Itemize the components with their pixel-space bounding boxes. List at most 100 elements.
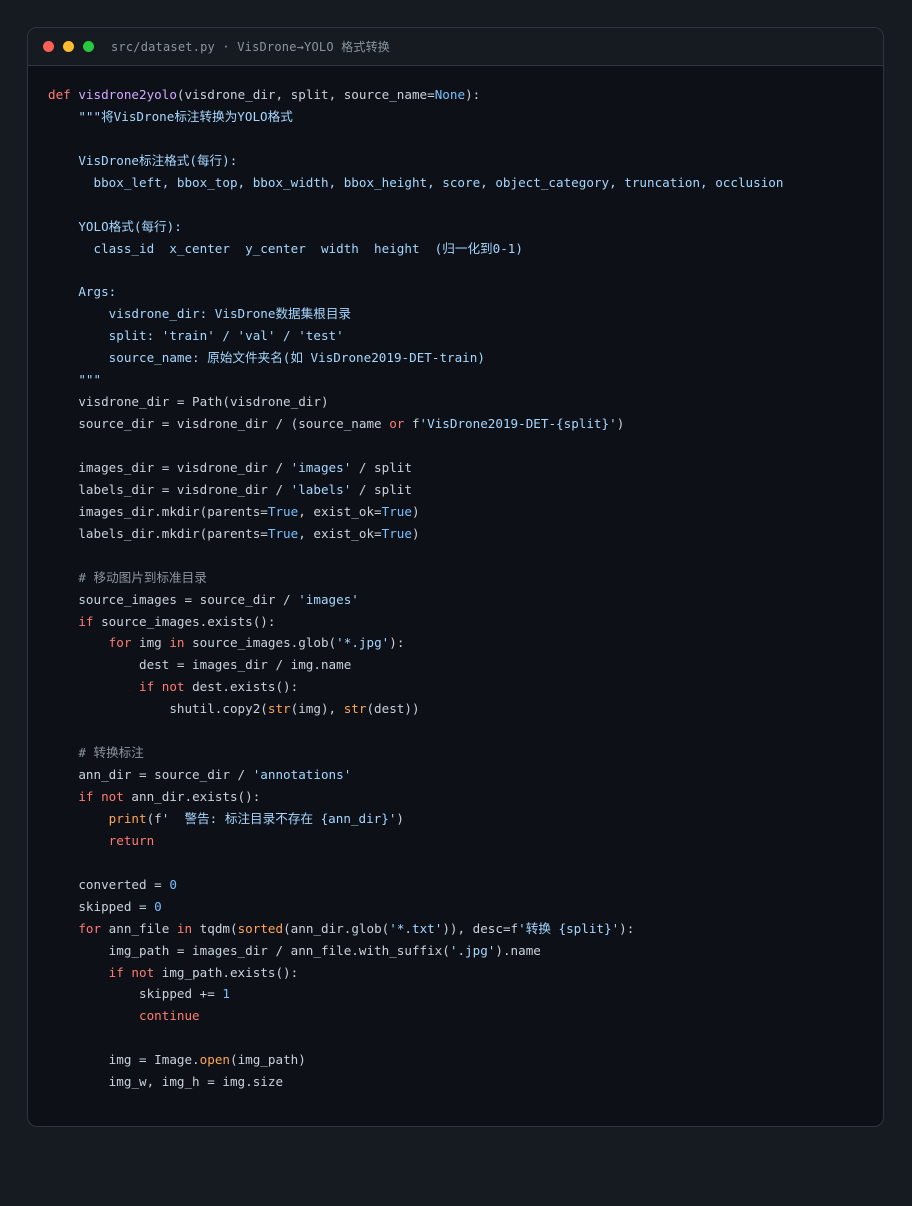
- code-token: if not: [48, 964, 155, 980]
- code-token: str: [267, 701, 291, 717]
- code-line: img_w, img_h = img.size: [48, 1071, 873, 1093]
- code-token: (visdrone_dir, split, source_name=: [176, 87, 435, 102]
- code-line: if not dest.exists():: [48, 676, 873, 698]
- code-token: images_dir.mkdir(parents=: [48, 503, 268, 519]
- code-token: split: 'train' / 'val' / 'test': [48, 328, 344, 344]
- code-token: ).name: [495, 942, 541, 958]
- code-token: visdrone_dir = Path(visdrone_dir): [48, 394, 329, 410]
- code-token: ): [616, 416, 625, 432]
- code-token: for: [48, 635, 132, 651]
- code-line: YOLO格式(每行):: [48, 216, 873, 238]
- code-line: # 转换标注: [48, 742, 873, 764]
- code-line: split: 'train' / 'val' / 'test': [48, 325, 873, 347]
- code-line: dest = images_dir / img.name: [48, 654, 873, 676]
- code-token: 1: [222, 986, 230, 1002]
- code-line: source_dir = visdrone_dir / (source_name…: [48, 413, 873, 435]
- code-token: / split: [351, 481, 412, 497]
- code-token: visdrone_dir: VisDrone数据集根目录: [48, 306, 352, 322]
- code-line: bbox_left, bbox_top, bbox_width, bbox_he…: [48, 172, 873, 194]
- code-token: """: [48, 372, 102, 388]
- code-line: shutil.copy2(str(img), str(dest)): [48, 698, 873, 720]
- code-token: source_name: 原始文件夹名(如 VisDrone2019-DET-t…: [48, 350, 485, 366]
- code-line: if not img_path.exists():: [48, 962, 873, 984]
- code-token: skipped +=: [48, 986, 223, 1002]
- code-line: labels_dir.mkdir(parents=True, exist_ok=…: [48, 523, 873, 545]
- code-token: """将VisDrone标注转换为YOLO格式: [48, 108, 293, 124]
- minimize-button[interactable]: [63, 41, 74, 52]
- code-token: if not: [48, 789, 124, 804]
- code-line: img = Image.open(img_path): [48, 1049, 873, 1071]
- code-token: sorted: [237, 920, 284, 936]
- code-line: continue: [48, 1005, 873, 1027]
- code-token: img: [131, 635, 170, 651]
- code-line: img_path = images_dir / ann_file.with_su…: [48, 940, 873, 962]
- code-token: '*.txt': [389, 920, 443, 936]
- code-token: ):: [389, 635, 405, 651]
- code-token: f: [404, 416, 420, 432]
- code-token: ): [411, 525, 420, 541]
- window-title: src/dataset.py · VisDrone→YOLO 格式转换: [111, 40, 390, 54]
- code-token: (f: [146, 810, 162, 826]
- code-line: if not ann_dir.exists():: [48, 786, 873, 808]
- code-token: (img),: [290, 701, 344, 717]
- code-line: source_name: 原始文件夹名(如 VisDrone2019-DET-t…: [48, 347, 873, 369]
- code-token: skipped =: [48, 898, 155, 914]
- code-token: img_path.exists():: [154, 964, 299, 980]
- code-window: src/dataset.py · VisDrone→YOLO 格式转换 def …: [27, 27, 884, 1127]
- code-token: source_images = source_dir /: [48, 591, 299, 607]
- code-token: source_dir = visdrone_dir / (source_name: [48, 416, 390, 432]
- code-line: Args:: [48, 281, 873, 303]
- code-token: True: [381, 525, 412, 541]
- code-token: ): [396, 810, 405, 826]
- code-line: visdrone_dir: VisDrone数据集根目录: [48, 303, 873, 325]
- close-button[interactable]: [43, 41, 54, 52]
- code-token: visdrone2yolo: [78, 87, 177, 102]
- code-token: 0: [154, 898, 162, 914]
- code-token: img = Image.: [48, 1052, 200, 1068]
- code-token: ):: [619, 920, 635, 936]
- code-token: shutil.copy2(: [48, 701, 268, 717]
- code-token: ): [411, 503, 420, 519]
- code-token: dest = images_dir / img.name: [48, 657, 352, 673]
- code-token: source_images.exists():: [93, 613, 276, 629]
- code-line: """: [48, 369, 873, 391]
- code-token: 'labels': [290, 481, 352, 497]
- code-token: def: [48, 87, 79, 102]
- code-token: in: [169, 635, 185, 651]
- code-token: source_images.glob(: [184, 635, 337, 651]
- code-editor[interactable]: def visdrone2yolo(visdrone_dir, split, s…: [48, 84, 873, 1093]
- code-token: if: [48, 613, 94, 629]
- code-token: True: [267, 525, 299, 541]
- code-token: Args:: [48, 284, 117, 300]
- code-token: ann_dir = source_dir /: [48, 767, 253, 783]
- code-token: dest.exists():: [184, 679, 299, 695]
- code-token: ):: [465, 87, 481, 102]
- maximize-button[interactable]: [83, 41, 94, 52]
- code-token: ann_file: [101, 920, 177, 936]
- code-token: , exist_ok=: [298, 503, 382, 519]
- code-line: # 移动图片到标准目录: [48, 567, 873, 589]
- code-token: images_dir = visdrone_dir /: [48, 459, 291, 475]
- code-line: labels_dir = visdrone_dir / 'labels' / s…: [48, 479, 873, 501]
- code-line: source_images = source_dir / 'images': [48, 589, 873, 611]
- code-token: converted =: [48, 876, 170, 892]
- code-token: for: [48, 920, 102, 936]
- code-line: VisDrone标注格式(每行):: [48, 150, 873, 172]
- code-line: skipped = 0: [48, 896, 873, 918]
- code-token: / split: [351, 459, 412, 475]
- code-token: str: [343, 701, 367, 717]
- code-token: labels_dir.mkdir(parents=: [48, 525, 268, 541]
- code-token: '.jpg': [449, 942, 496, 958]
- code-token: print: [48, 810, 147, 826]
- code-token: 'images': [290, 459, 352, 475]
- code-line: ann_dir = source_dir / 'annotations': [48, 764, 873, 786]
- code-token: continue: [48, 1008, 200, 1024]
- code-token: , exist_ok=: [298, 525, 382, 541]
- code-token: 'annotations': [252, 767, 352, 783]
- code-token: ' 警告: 标注目录不存在 {ann_dir}': [161, 810, 397, 826]
